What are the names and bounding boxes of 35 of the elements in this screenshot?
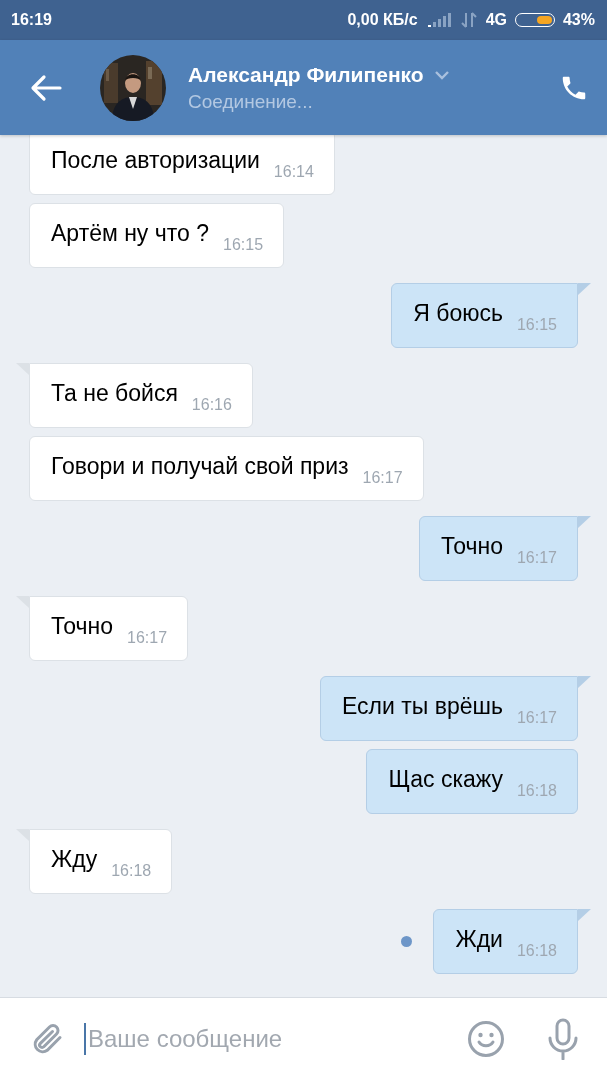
clock-time: 16:19 bbox=[11, 11, 52, 29]
back-icon[interactable] bbox=[30, 73, 62, 102]
smiley-icon[interactable] bbox=[467, 1020, 505, 1058]
message-text: Щас скажу bbox=[388, 766, 503, 794]
message-time: 16:17 bbox=[516, 709, 557, 728]
message-text: Жду bbox=[51, 846, 98, 874]
message-time: 16:17 bbox=[127, 629, 168, 648]
message-input[interactable]: Ваше сообщение bbox=[84, 1023, 449, 1055]
message-time: 16:18 bbox=[516, 942, 557, 961]
microphone-icon[interactable] bbox=[547, 1018, 579, 1060]
message-time: 16:17 bbox=[362, 469, 403, 488]
message-time: 16:17 bbox=[516, 549, 557, 568]
chevron-down-icon[interactable] bbox=[433, 69, 450, 80]
message-text: Артём ну что ? bbox=[51, 220, 209, 248]
message-text: Та не бойся bbox=[51, 380, 178, 408]
message-text: Я боюсь bbox=[413, 300, 503, 328]
contact-name[interactable]: Александр Филипенко bbox=[188, 62, 424, 87]
message-text: После авторизации bbox=[51, 147, 260, 175]
message-text: Точно bbox=[440, 533, 503, 561]
signal-icon bbox=[425, 12, 452, 28]
message-time: 16:14 bbox=[273, 163, 314, 182]
message-text: Если ты врёшь bbox=[342, 693, 503, 721]
message-text: Точно bbox=[51, 613, 113, 641]
battery-percent: 43% bbox=[562, 11, 595, 29]
message-time: 16:18 bbox=[111, 862, 152, 881]
message-time: 16:16 bbox=[191, 396, 232, 415]
message-time: 16:15 bbox=[516, 316, 557, 335]
network-type: 4G bbox=[485, 11, 507, 29]
message-time: 16:18 bbox=[516, 782, 557, 801]
network-speed: 0,00 КБ/с bbox=[347, 11, 418, 29]
message-time: 16:15 bbox=[223, 236, 264, 255]
connection-status: Соединение... bbox=[188, 90, 314, 113]
message-text: Говори и получай свой приз bbox=[51, 453, 349, 481]
message-text: Жди bbox=[455, 926, 503, 954]
data-arrows-icon bbox=[459, 11, 478, 29]
